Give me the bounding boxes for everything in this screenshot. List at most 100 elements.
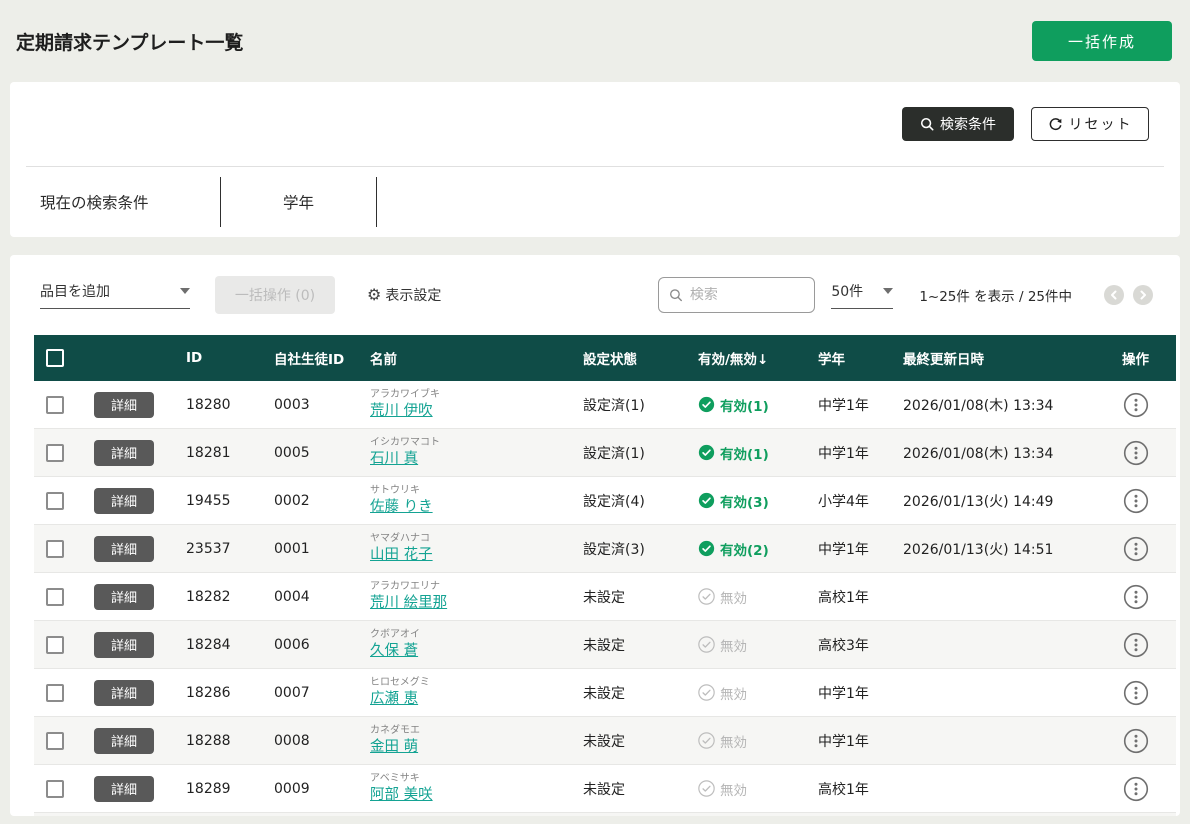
kebab-menu-icon [1123, 440, 1149, 466]
row-student-id: 0008 [266, 733, 362, 749]
row-checkbox[interactable] [46, 444, 64, 462]
reset-button[interactable]: リセット [1031, 107, 1149, 141]
row-checkbox-cell [34, 492, 78, 510]
row-checkbox[interactable] [46, 540, 64, 558]
row-id: 18281 [178, 445, 266, 461]
student-name-link[interactable]: 石川 真 [370, 451, 418, 467]
row-setting-status: 設定済(3) [575, 539, 690, 559]
row-checkbox[interactable] [46, 684, 64, 702]
kebab-menu-icon [1123, 536, 1149, 562]
row-setting-status: 設定済(4) [575, 491, 690, 511]
row-name-cell: クボアオイ 久保 蒼 [362, 629, 575, 660]
row-setting-status: 未設定 [575, 731, 690, 751]
row-id: 18289 [178, 781, 266, 797]
row-name-cell: イシカワマコト 石川 真 [362, 437, 575, 468]
student-name-link[interactable]: 荒川 絵里那 [370, 595, 447, 611]
student-name-link[interactable]: 山田 花子 [370, 547, 433, 563]
student-name-link[interactable]: 金田 萌 [370, 739, 418, 755]
page-size-select[interactable]: 50件 [831, 281, 893, 309]
header-enabled-label: 有効/無効 [698, 352, 757, 368]
row-id: 18280 [178, 397, 266, 413]
row-id: 19455 [178, 493, 266, 509]
header-grade: 学年 [810, 348, 895, 368]
check-circle-icon [698, 732, 715, 749]
detail-button[interactable]: 詳細 [94, 488, 154, 514]
row-setting-status: 未設定 [575, 683, 690, 703]
row-actions-menu-button[interactable] [1123, 680, 1149, 706]
gear-icon: ⚙ [367, 287, 381, 303]
header-enabled-sort[interactable]: 有効/無効↓ [690, 348, 810, 368]
student-name-link[interactable]: 久保 蒼 [370, 643, 418, 659]
student-name-link[interactable]: 佐藤 りき [370, 499, 433, 515]
row-grade: 小学4年 [810, 491, 895, 511]
row-checkbox-cell [34, 540, 78, 558]
row-checkbox[interactable] [46, 732, 64, 750]
student-name-link[interactable]: 荒川 伊吹 [370, 403, 433, 419]
row-updated-at: 2026/01/13(火) 14:51 [895, 539, 1095, 559]
row-checkbox-cell [34, 780, 78, 798]
check-circle-icon [698, 684, 715, 701]
row-checkbox[interactable] [46, 780, 64, 798]
row-actions-menu-button[interactable] [1123, 632, 1149, 658]
row-name-cell: カネダモエ 金田 萌 [362, 725, 575, 756]
row-actions-cell [1095, 536, 1176, 562]
student-name-link[interactable]: 広瀬 恵 [370, 691, 418, 707]
detail-button[interactable]: 詳細 [94, 632, 154, 658]
row-checkbox[interactable] [46, 636, 64, 654]
detail-button[interactable]: 詳細 [94, 440, 154, 466]
search-conditions-button[interactable]: 検索条件 [902, 107, 1014, 141]
next-page-button[interactable] [1133, 285, 1153, 305]
bulk-action-button[interactable]: 一括操作 (0) [215, 276, 335, 314]
row-id: 23537 [178, 541, 266, 557]
select-all-checkbox[interactable] [46, 349, 64, 367]
row-name-cell: アラカワイブキ 荒川 伊吹 [362, 389, 575, 420]
detail-button[interactable]: 詳細 [94, 776, 154, 802]
row-checkbox[interactable] [46, 396, 64, 414]
row-enabled-label: 有効(1) [720, 395, 769, 415]
row-grade: 中学1年 [810, 395, 895, 415]
kebab-menu-icon [1123, 584, 1149, 610]
row-id: 18286 [178, 685, 266, 701]
row-actions-menu-button[interactable] [1123, 584, 1149, 610]
row-actions-cell [1095, 488, 1176, 514]
bulk-create-button[interactable]: 一括作成 [1032, 21, 1172, 61]
row-detail-cell: 詳細 [78, 392, 178, 418]
detail-button[interactable]: 詳細 [94, 536, 154, 562]
row-actions-menu-button[interactable] [1123, 776, 1149, 802]
table-search-box[interactable] [658, 277, 815, 313]
row-enabled-cell: 無効 [690, 683, 810, 703]
prev-page-button[interactable] [1104, 285, 1124, 305]
row-enabled-cell: 無効 [690, 635, 810, 655]
table-row: 詳細 18289 0009 アベミサキ 阿部 美咲 未設定 無効 高校1年 [34, 765, 1176, 813]
check-circle-icon [698, 780, 715, 797]
row-student-id: 0006 [266, 637, 362, 653]
search-input[interactable] [690, 287, 804, 303]
row-actions-menu-button[interactable] [1123, 488, 1149, 514]
row-actions-menu-button[interactable] [1123, 392, 1149, 418]
row-checkbox[interactable] [46, 588, 64, 606]
row-detail-cell: 詳細 [78, 776, 178, 802]
row-detail-cell: 詳細 [78, 632, 178, 658]
display-settings-button[interactable]: ⚙ 表示設定 [367, 285, 441, 305]
detail-button[interactable]: 詳細 [94, 680, 154, 706]
search-icon [669, 287, 683, 303]
row-grade: 高校1年 [810, 587, 895, 607]
row-enabled-label: 有効(1) [720, 443, 769, 463]
row-setting-status: 設定済(1) [575, 395, 690, 415]
row-grade: 高校1年 [810, 779, 895, 799]
add-item-select[interactable]: 品目を追加 [40, 281, 190, 309]
row-actions-menu-button[interactable] [1123, 440, 1149, 466]
detail-button[interactable]: 詳細 [94, 392, 154, 418]
top-bar: 定期請求テンプレート一覧 一括作成 [0, 0, 1190, 82]
detail-button[interactable]: 詳細 [94, 728, 154, 754]
row-checkbox[interactable] [46, 492, 64, 510]
row-student-id: 0007 [266, 685, 362, 701]
row-actions-cell [1095, 392, 1176, 418]
row-actions-menu-button[interactable] [1123, 536, 1149, 562]
row-student-id: 0005 [266, 445, 362, 461]
row-enabled-cell: 有効(3) [690, 491, 810, 511]
student-name-link[interactable]: 阿部 美咲 [370, 787, 433, 803]
detail-button[interactable]: 詳細 [94, 584, 154, 610]
header-actions: 操作 [1095, 348, 1176, 368]
row-actions-menu-button[interactable] [1123, 728, 1149, 754]
